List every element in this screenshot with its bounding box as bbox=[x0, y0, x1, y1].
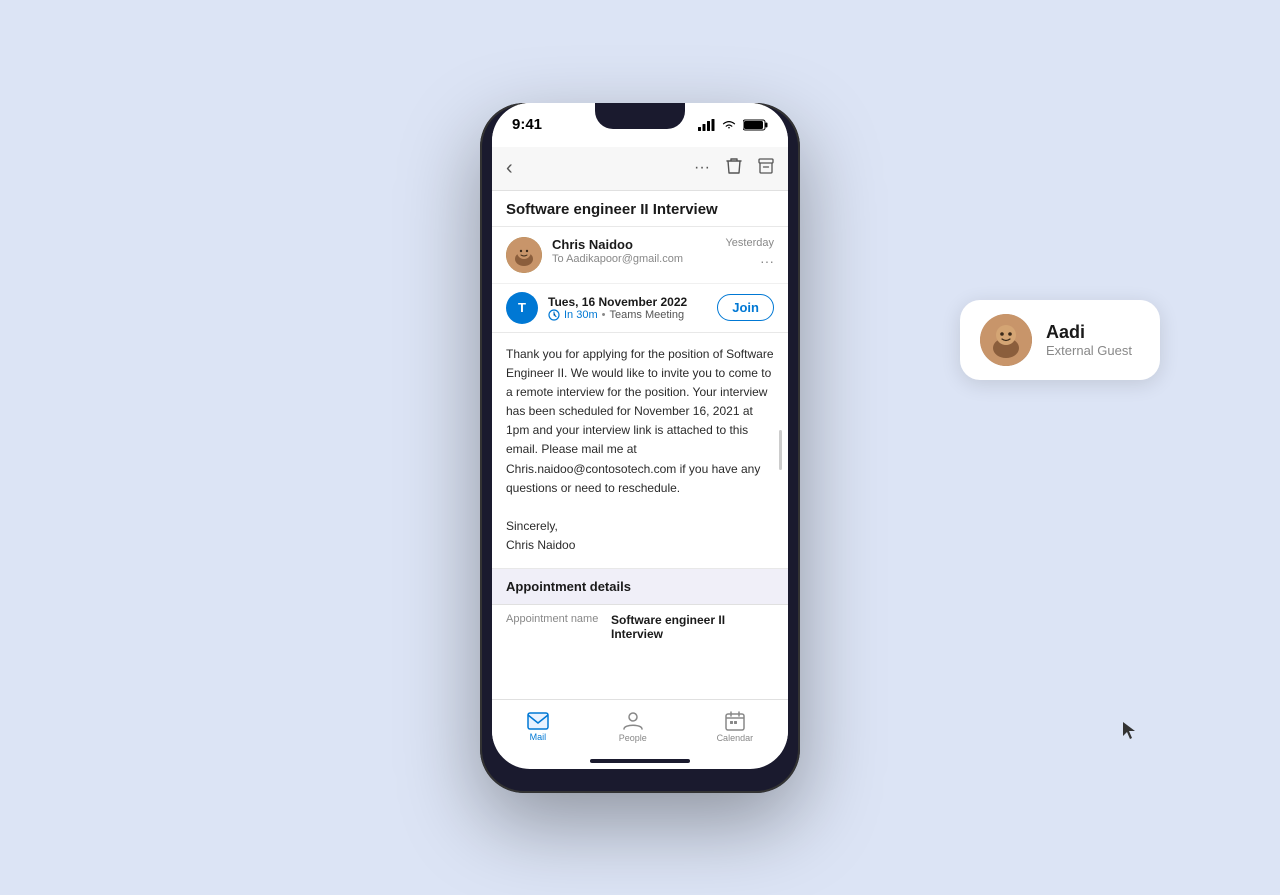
teams-icon: T bbox=[506, 292, 538, 324]
chris-avatar bbox=[506, 237, 542, 273]
email-body-text: Thank you for applying for the position … bbox=[506, 345, 774, 556]
cursor bbox=[1123, 722, 1135, 740]
meeting-time-label: In 30m bbox=[564, 309, 598, 321]
email-body: Thank you for applying for the position … bbox=[492, 333, 788, 569]
wifi-icon bbox=[721, 119, 737, 131]
home-indicator bbox=[590, 759, 690, 763]
meeting-row: T Tues, 16 November 2022 In 30m • Teams … bbox=[492, 284, 788, 333]
meeting-date: Tues, 16 November 2022 bbox=[548, 295, 707, 309]
nav-label-people: People bbox=[619, 733, 647, 743]
nav-item-mail[interactable]: Mail bbox=[527, 712, 549, 742]
sender-to: To Aadikapoor@gmail.com bbox=[552, 253, 715, 265]
appointment-row: Appointment name Software engineer II In… bbox=[492, 605, 788, 649]
guest-info: Aadi External Guest bbox=[1046, 322, 1132, 358]
appointment-section-header: Appointment details bbox=[492, 569, 788, 605]
phone-screen: 9:41 bbox=[492, 103, 788, 769]
toolbar-left: ‹ bbox=[506, 157, 513, 180]
guest-avatar bbox=[980, 314, 1032, 366]
guest-card: Aadi External Guest bbox=[960, 300, 1160, 380]
back-button[interactable]: ‹ bbox=[506, 157, 513, 180]
status-time: 9:41 bbox=[512, 116, 542, 133]
status-bar: 9:41 bbox=[492, 103, 788, 147]
guest-role: External Guest bbox=[1046, 343, 1132, 358]
email-subject: Software engineer II Interview bbox=[506, 201, 774, 218]
sender-avatar bbox=[506, 237, 542, 273]
notch bbox=[595, 103, 685, 129]
teams-letter: T bbox=[518, 300, 526, 315]
archive-button[interactable] bbox=[758, 158, 774, 179]
meeting-separator: • bbox=[602, 309, 606, 321]
signal-icon bbox=[698, 119, 715, 131]
email-signature: Sincerely, Chris Naidoo bbox=[506, 519, 575, 552]
battery-icon bbox=[743, 119, 768, 131]
clock-icon bbox=[548, 309, 560, 321]
trash-icon bbox=[726, 157, 742, 175]
scroll-indicator bbox=[779, 430, 782, 470]
archive-icon bbox=[758, 158, 774, 174]
appointment-title: Appointment details bbox=[506, 579, 774, 594]
nav-label-mail: Mail bbox=[530, 732, 547, 742]
sender-time: Yesterday bbox=[725, 237, 774, 249]
subject-row: Software engineer II Interview bbox=[492, 191, 788, 227]
nav-item-calendar[interactable]: Calendar bbox=[717, 711, 754, 743]
meeting-time: In 30m • Teams Meeting bbox=[548, 309, 707, 321]
more-button[interactable]: ··· bbox=[694, 159, 710, 177]
meeting-info: Tues, 16 November 2022 In 30m • Teams Me… bbox=[548, 295, 707, 321]
mail-icon bbox=[527, 712, 549, 730]
email-body-paragraph: Thank you for applying for the position … bbox=[506, 347, 774, 495]
sender-meta: Yesterday ··· bbox=[725, 237, 774, 269]
toolbar-right: ··· bbox=[694, 157, 774, 180]
sender-more-button[interactable]: ··· bbox=[760, 253, 774, 269]
sender-row: Chris Naidoo To Aadikapoor@gmail.com Yes… bbox=[492, 227, 788, 284]
aadi-avatar bbox=[980, 314, 1032, 366]
appointment-label: Appointment name bbox=[506, 613, 601, 625]
email-toolbar: ‹ ··· bbox=[492, 147, 788, 191]
nav-label-calendar: Calendar bbox=[717, 733, 754, 743]
phone-shell: 9:41 bbox=[480, 103, 800, 793]
delete-button[interactable] bbox=[726, 157, 742, 180]
sender-name: Chris Naidoo bbox=[552, 237, 715, 252]
appointment-value: Software engineer II Interview bbox=[611, 613, 774, 641]
bottom-nav: Mail People Calendar bbox=[492, 699, 788, 755]
email-content: Software engineer II Interview Chris Nai… bbox=[492, 191, 788, 699]
sender-info: Chris Naidoo To Aadikapoor@gmail.com bbox=[552, 237, 715, 265]
calendar-icon bbox=[725, 711, 745, 731]
meeting-type: Teams Meeting bbox=[610, 309, 685, 321]
nav-item-people[interactable]: People bbox=[619, 711, 647, 743]
join-button[interactable]: Join bbox=[717, 294, 774, 321]
people-icon bbox=[622, 711, 644, 731]
guest-name: Aadi bbox=[1046, 322, 1132, 343]
status-icons bbox=[698, 119, 768, 131]
